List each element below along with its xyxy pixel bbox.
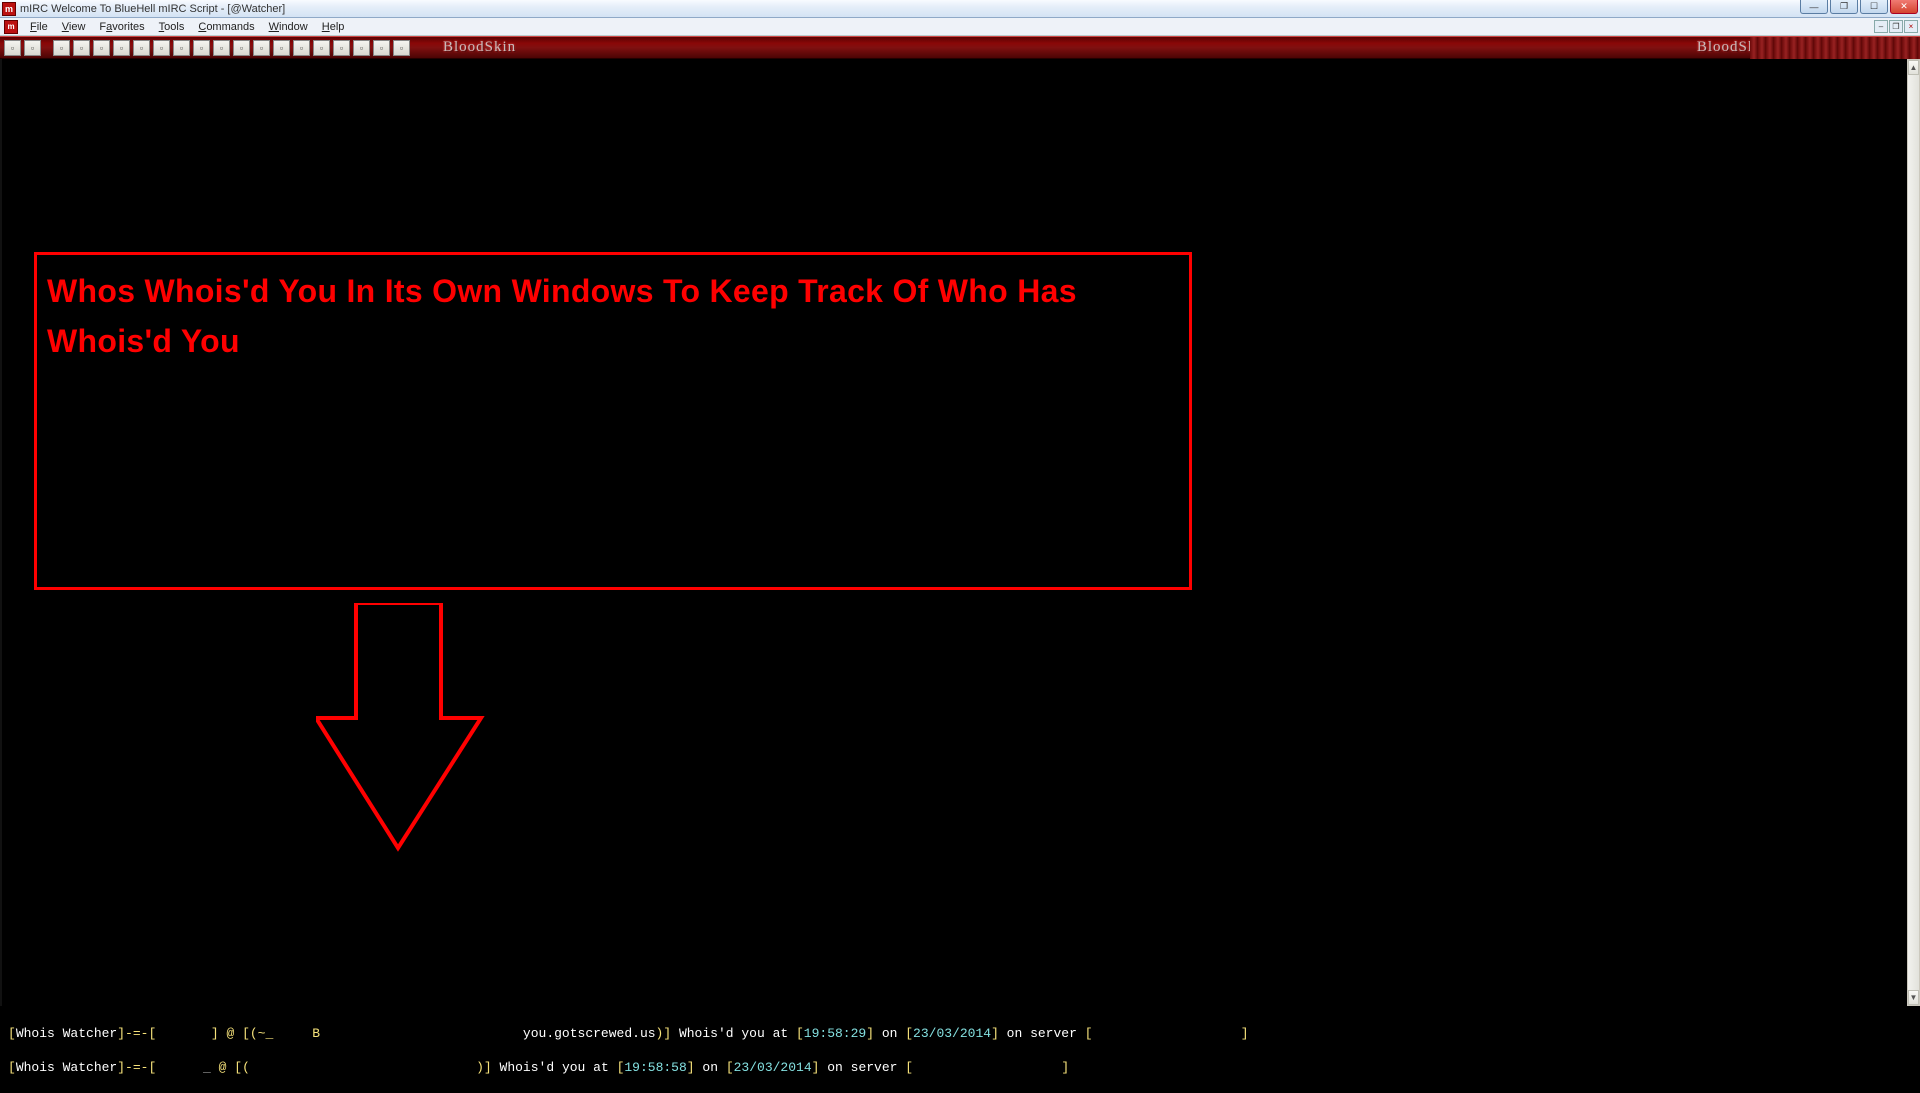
menu-tools-label: ools	[164, 21, 184, 33]
menu-view[interactable]: View	[56, 21, 92, 33]
menu-file-label: ile	[37, 21, 48, 33]
brand-left: BloodSkin	[413, 39, 546, 56]
mdi-controls: – ❐ ×	[1874, 20, 1918, 33]
toolbar-button-18[interactable]: ▫	[353, 40, 370, 56]
toolbar-button-17[interactable]: ▫	[333, 40, 350, 56]
vertical-scrollbar[interactable]: ▲ ▼	[1907, 59, 1920, 1006]
menu-tools[interactable]: Tools	[153, 21, 191, 33]
menu-window[interactable]: Window	[263, 21, 314, 33]
scroll-down-arrow-icon[interactable]: ▼	[1908, 990, 1919, 1005]
toolbar: ▫ ▫ ▫ ▫ ▫ ▫ ▫ ▫ ▫ ▫ ▫ ▫ ▫ ▫ ▫ ▫ ▫ ▫ ▫ ▫ …	[0, 36, 1920, 59]
menu-window-label: indow	[279, 21, 308, 33]
toolbar-button-20[interactable]: ▫	[393, 40, 410, 56]
mdi-icon[interactable]: m	[4, 20, 18, 34]
toolbar-button-11[interactable]: ▫	[213, 40, 230, 56]
toolbar-button-14[interactable]: ▫	[273, 40, 290, 56]
toolbar-button-8[interactable]: ▫	[153, 40, 170, 56]
toolbar-button-3[interactable]: ▫	[53, 40, 70, 56]
close-button[interactable]: ✕	[1890, 0, 1918, 14]
app-icon: m	[2, 2, 16, 16]
whois-log: [Whois Watcher]-=-[ ] @ [(~_ B you.gotsc…	[0, 1006, 1920, 1042]
minimize-button[interactable]: —	[1800, 0, 1828, 14]
toolbar-button-2[interactable]: ▫	[24, 40, 41, 56]
toolbar-button-13[interactable]: ▫	[253, 40, 270, 56]
toolbar-button-9[interactable]: ▫	[173, 40, 190, 56]
window-title: mIRC Welcome To BlueHell mIRC Script - […	[20, 3, 285, 15]
menu-favorites-label: vorites	[112, 21, 144, 33]
annotation-arrow-icon	[316, 603, 486, 853]
log-line-1: [Whois Watcher]-=-[ ] @ [(~_ B you.gotsc…	[8, 1025, 1912, 1042]
annotation-text: Whos Whois'd You In Its Own Windows To K…	[47, 267, 1179, 366]
menu-help[interactable]: Help	[316, 21, 351, 33]
toolbar-button-6[interactable]: ▫	[113, 40, 130, 56]
toolbar-button-15[interactable]: ▫	[293, 40, 310, 56]
menu-commands[interactable]: Commands	[192, 21, 260, 33]
restore-button[interactable]: ❐	[1830, 0, 1858, 14]
toolbar-button-4[interactable]: ▫	[73, 40, 90, 56]
menu-favorites[interactable]: Favorites	[93, 21, 150, 33]
toolbar-button-5[interactable]: ▫	[93, 40, 110, 56]
menu-view-label: iew	[69, 21, 86, 33]
toolbar-button-12[interactable]: ▫	[233, 40, 250, 56]
menubar: m File View Favorites Tools Commands Win…	[0, 18, 1920, 36]
menu-help-label: elp	[330, 21, 345, 33]
window-titlebar: m mIRC Welcome To BlueHell mIRC Script -…	[0, 0, 1920, 18]
annotation-callout: Whos Whois'd You In Its Own Windows To K…	[34, 252, 1192, 590]
mdi-close-button[interactable]: ×	[1904, 20, 1918, 33]
scroll-up-arrow-icon[interactable]: ▲	[1908, 60, 1919, 75]
maximize-button[interactable]: ☐	[1860, 0, 1888, 14]
toolbar-button-7[interactable]: ▫	[133, 40, 150, 56]
menu-file[interactable]: File	[24, 21, 54, 33]
toolbar-right-panel	[1750, 37, 1920, 60]
toolbar-button-19[interactable]: ▫	[373, 40, 390, 56]
window-controls: — ❐ ☐ ✕	[1800, 0, 1918, 14]
toolbar-button-16[interactable]: ▫	[313, 40, 330, 56]
toolbar-button-1[interactable]: ▫	[4, 40, 21, 56]
log-line-2: [Whois Watcher]-=-[ _ @ [( )] Whois'd yo…	[8, 1059, 1912, 1076]
mdi-restore-button[interactable]: ❐	[1889, 20, 1903, 33]
menu-commands-label: ommands	[206, 21, 254, 33]
mdi-minimize-button[interactable]: –	[1874, 20, 1888, 33]
toolbar-button-10[interactable]: ▫	[193, 40, 210, 56]
